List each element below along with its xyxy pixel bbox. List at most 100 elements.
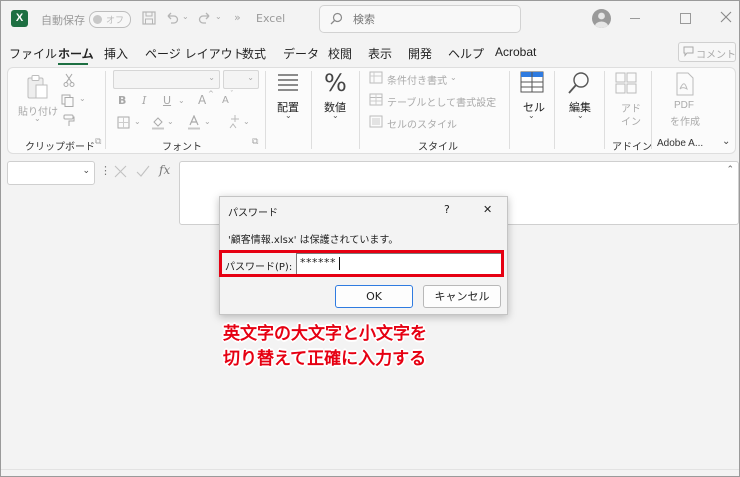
- chevron-down-icon: ⌄: [450, 73, 457, 82]
- fill-color-dropdown-icon[interactable]: ⌄: [167, 117, 174, 126]
- cells-icon[interactable]: [520, 71, 544, 93]
- minimize-icon[interactable]: [630, 18, 640, 19]
- font-color-icon[interactable]: [188, 115, 200, 130]
- active-tab-indicator: [58, 63, 88, 65]
- group-label-font: フォント: [162, 142, 202, 153]
- autosave-state: オフ: [106, 16, 125, 26]
- paste-dropdown-icon[interactable]: ⌄: [34, 114, 41, 123]
- chevron-down-icon: ⌄: [487, 95, 494, 104]
- font-color-dropdown-icon[interactable]: ⌄: [204, 117, 211, 126]
- clipboard-launcher-icon[interactable]: ⧉: [95, 137, 101, 147]
- phonetic-icon[interactable]: [229, 114, 241, 130]
- autosave-toggle[interactable]: オフ: [89, 11, 131, 28]
- font-launcher-icon[interactable]: ⧉: [252, 137, 258, 147]
- tab-data[interactable]: データ: [283, 45, 319, 62]
- create-pdf-icon[interactable]: [675, 72, 695, 96]
- help-button[interactable]: ?: [444, 203, 450, 216]
- underline-dropdown-icon[interactable]: ⌄: [178, 96, 185, 105]
- undo-icon[interactable]: [164, 10, 180, 26]
- border-dropdown-icon[interactable]: ⌄: [134, 117, 141, 126]
- annotation-line-2: 切り替えて正確に入力する: [223, 349, 427, 369]
- collapse-ribbon-icon[interactable]: ⌄: [722, 136, 730, 147]
- tab-page-layout[interactable]: ページ レイアウト: [145, 45, 245, 62]
- fill-color-icon[interactable]: [151, 115, 165, 130]
- underline-button[interactable]: U: [163, 94, 171, 107]
- group-label-addins: アドイン: [612, 142, 652, 153]
- addins-line2[interactable]: イン: [621, 113, 641, 128]
- addins-icon[interactable]: [615, 72, 637, 94]
- font-size-dropdown[interactable]: ⌄: [223, 70, 259, 89]
- grow-font-arrow-icon: ^: [208, 90, 214, 98]
- shrink-font-button[interactable]: A: [222, 95, 229, 106]
- paste-icon[interactable]: [25, 74, 49, 100]
- cancel-button[interactable]: キャンセル: [423, 285, 501, 308]
- number-dropdown-icon[interactable]: ⌄: [332, 111, 339, 120]
- undo-dropdown-icon[interactable]: ⌄: [182, 12, 189, 21]
- divider: [1, 469, 739, 470]
- alignment-dropdown-icon[interactable]: ⌄: [285, 111, 292, 120]
- comment-label: コメント: [696, 50, 736, 61]
- cut-icon[interactable]: [63, 73, 75, 87]
- formula-bar-more-icon[interactable]: ⋮: [100, 164, 111, 177]
- cell-style-icon[interactable]: [369, 115, 383, 128]
- redo-icon[interactable]: [197, 10, 213, 26]
- tab-view[interactable]: 表示: [368, 45, 392, 62]
- autosave-label: 自動保存: [41, 14, 85, 27]
- more-commands-icon[interactable]: »: [234, 11, 241, 24]
- shrink-font-arrow-icon: ˇ: [230, 90, 234, 98]
- redo-dropdown-icon[interactable]: ⌄: [215, 12, 222, 21]
- close-window-icon[interactable]: [720, 11, 732, 23]
- pdf-line2[interactable]: を作成: [670, 113, 700, 128]
- ribbon-separator: [311, 71, 312, 149]
- copy-dropdown-icon[interactable]: ⌄: [79, 94, 86, 103]
- pdf-line1[interactable]: PDF: [674, 100, 694, 111]
- app-name: Excel: [256, 12, 286, 25]
- excel-window: X 自動保存 オフ ⌄ ⌄ » Excel 検索 ファイル ホーム 挿入 ページ…: [0, 0, 740, 477]
- copy-icon[interactable]: [61, 94, 75, 107]
- chevron-down-icon: ⌄: [446, 117, 453, 126]
- ribbon-separator: [651, 71, 652, 149]
- italic-button[interactable]: I: [142, 94, 146, 107]
- tab-home[interactable]: ホーム: [58, 45, 94, 62]
- format-as-table-button[interactable]: テーブルとして書式設定: [387, 94, 496, 109]
- name-box[interactable]: ⌄: [7, 161, 95, 185]
- account-avatar-icon[interactable]: [592, 9, 611, 28]
- group-label-clipboard: クリップボード: [25, 142, 95, 153]
- cancel-entry-icon[interactable]: [114, 165, 127, 178]
- percent-icon[interactable]: %: [324, 69, 347, 97]
- editing-dropdown-icon[interactable]: ⌄: [577, 111, 584, 120]
- tab-help[interactable]: ヘルプ: [448, 45, 484, 62]
- find-icon[interactable]: [567, 71, 591, 95]
- insert-function-icon[interactable]: fx: [159, 163, 170, 177]
- alignment-icon[interactable]: [277, 72, 299, 92]
- format-painter-icon[interactable]: [63, 114, 75, 128]
- chevron-down-icon: ⌄: [82, 166, 90, 176]
- cells-dropdown-icon[interactable]: ⌄: [528, 111, 535, 120]
- ok-button[interactable]: OK: [335, 285, 413, 308]
- font-name-dropdown[interactable]: ⌄: [113, 70, 220, 89]
- tab-formulas[interactable]: 数式: [242, 45, 266, 62]
- tab-acrobat[interactable]: Acrobat: [495, 45, 536, 59]
- ribbon-separator: [509, 71, 510, 149]
- border-icon[interactable]: [117, 116, 130, 129]
- grow-font-button[interactable]: A: [198, 93, 206, 107]
- tab-insert[interactable]: 挿入: [104, 45, 128, 62]
- bold-button[interactable]: B: [118, 94, 126, 107]
- conditional-format-icon[interactable]: [369, 71, 383, 84]
- tab-developer[interactable]: 開発: [408, 45, 432, 62]
- ribbon-separator: [265, 71, 266, 149]
- maximize-icon[interactable]: [680, 13, 691, 24]
- dialog-close-button[interactable]: ✕: [483, 203, 492, 216]
- chevron-down-icon: ⌄: [208, 73, 215, 82]
- tab-review[interactable]: 校閲: [328, 45, 352, 62]
- confirm-entry-icon[interactable]: [136, 165, 150, 178]
- chevron-up-icon[interactable]: ⌃: [726, 165, 734, 175]
- save-icon[interactable]: [141, 10, 157, 26]
- tab-file[interactable]: ファイル: [9, 45, 57, 62]
- excel-logo-icon: X: [11, 10, 28, 27]
- phonetic-dropdown-icon[interactable]: ⌄: [243, 117, 250, 126]
- format-as-table-icon[interactable]: [369, 93, 383, 106]
- conditional-format-button[interactable]: 条件付き書式: [387, 72, 447, 87]
- search-box[interactable]: 検索: [319, 5, 521, 33]
- comment-button[interactable]: コメント: [678, 42, 736, 62]
